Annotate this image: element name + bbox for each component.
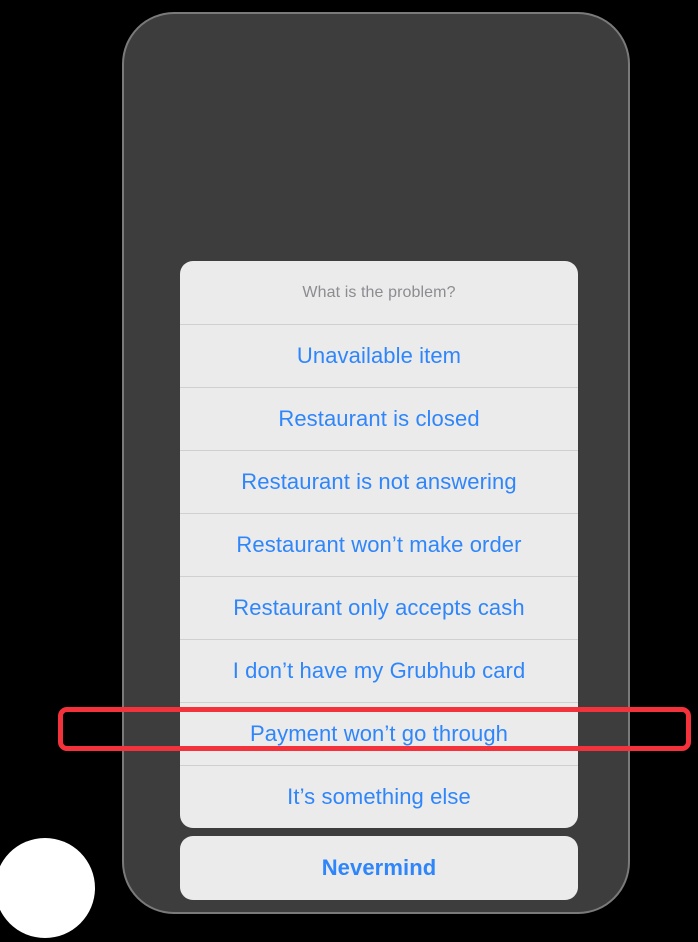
option-payment-wont-go-through[interactable]: Payment won’t go through <box>180 703 578 765</box>
screen-background: What is the problem? Unavailable item Re… <box>0 0 698 942</box>
option-restaurant-only-accepts-cash[interactable]: Restaurant only accepts cash <box>180 577 578 639</box>
option-no-grubhub-card[interactable]: I don’t have my Grubhub card <box>180 640 578 702</box>
option-restaurant-is-closed[interactable]: Restaurant is closed <box>180 388 578 450</box>
phone-device-frame: What is the problem? Unavailable item Re… <box>124 14 628 912</box>
action-sheet: What is the problem? Unavailable item Re… <box>180 261 578 900</box>
option-its-something-else[interactable]: It’s something else <box>180 766 578 828</box>
action-sheet-cancel-group: Nevermind <box>180 836 578 900</box>
action-sheet-title: What is the problem? <box>302 283 456 301</box>
option-restaurant-wont-make-order[interactable]: Restaurant won’t make order <box>180 514 578 576</box>
nevermind-button[interactable]: Nevermind <box>180 836 578 900</box>
decorative-circle <box>0 838 95 938</box>
option-restaurant-is-not-answering[interactable]: Restaurant is not answering <box>180 451 578 513</box>
action-sheet-options-group: What is the problem? Unavailable item Re… <box>180 261 578 828</box>
option-unavailable-item[interactable]: Unavailable item <box>180 325 578 387</box>
